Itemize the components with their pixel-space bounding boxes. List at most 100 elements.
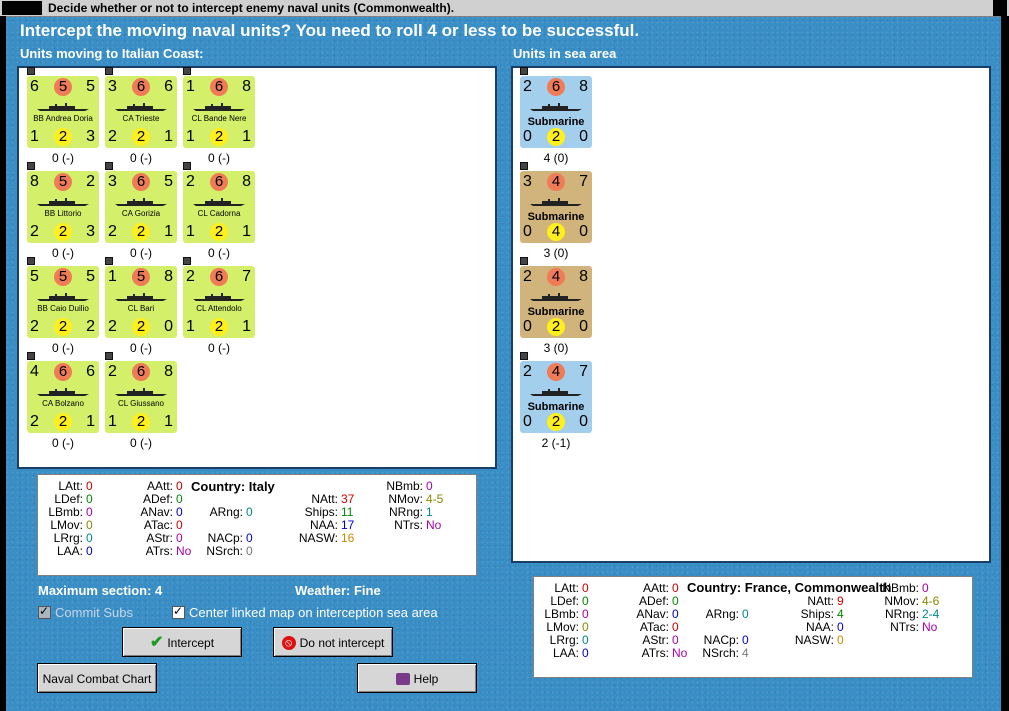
counter-value-tl: 2 (186, 268, 195, 285)
selection-indicator (27, 67, 35, 75)
ship-silhouette-icon (37, 103, 89, 111)
unit-counter[interactable]: 5 5 2 2 5 2 BB Caio Duilio 0 (-) (27, 257, 99, 355)
unit-count: 0 (-) (130, 341, 152, 355)
unit-count: 4 (0) (543, 151, 569, 165)
counter-face: 2 8 1 1 6 2 CL Cadorna (183, 171, 255, 243)
unit-count: 0 (-) (208, 341, 230, 355)
stat-key: LAA: (56, 544, 83, 558)
selection-indicator (183, 257, 191, 265)
counter-value-tr: 2 (86, 173, 95, 190)
unit-counter[interactable]: 4 6 2 1 6 2 CA Bolzano 0 (-) (27, 352, 99, 450)
stat-entry: ATrs: No (609, 647, 688, 660)
counter-value-tc: 5 (132, 268, 150, 286)
unit-counter[interactable]: 2 8 0 0 6 2 Submarine 4 (0) (520, 67, 592, 165)
counter-value-br: 1 (164, 128, 173, 145)
stat-value: 0 (86, 544, 93, 558)
stat-value: 0 (672, 620, 679, 634)
help-button[interactable]: Help (357, 663, 477, 693)
france-country-label: Country: France, Commonwealth (687, 580, 892, 595)
ship-silhouette-icon (115, 293, 167, 301)
stat-value: 0 (672, 594, 679, 608)
stat-value: 0 (672, 581, 679, 595)
center-map-checkbox[interactable]: Center linked map on interception sea ar… (172, 604, 438, 620)
unit-counter[interactable]: 3 7 0 0 4 4 Submarine 3 (0) (520, 162, 592, 260)
unit-counter[interactable]: 6 5 1 3 5 2 BB Andrea Doria 0 (-) (27, 67, 99, 165)
stat-value: 1 (426, 505, 433, 519)
counter-value-tr: 8 (242, 173, 251, 190)
stat-value: 4 (837, 607, 844, 621)
unit-counter[interactable]: 1 8 2 0 5 2 CL Bari 0 (-) (105, 257, 177, 355)
maximum-section-label: Maximum section: 4 (38, 583, 163, 598)
sea-area-units-label: Units in sea area (513, 46, 617, 61)
unit-counter[interactable]: 2 8 1 1 6 2 CL Giussano 0 (-) (105, 352, 177, 450)
stat-value: 0 (86, 531, 93, 545)
window-menu-icon[interactable] (2, 1, 42, 15)
window-title: Decide whether or not to intercept enemy… (48, 1, 455, 15)
stat-entry: NTrs: No (368, 519, 441, 532)
close-button[interactable] (993, 0, 1007, 16)
counter-value-br: 2 (86, 318, 95, 335)
unit-count: 0 (-) (52, 246, 74, 260)
checkbox-icon (38, 604, 51, 619)
ship-silhouette-icon (115, 198, 167, 206)
counter-value-tc: 6 (210, 268, 228, 286)
selection-indicator (27, 257, 35, 265)
stat-value: 0 (86, 492, 93, 506)
stat-value: 0 (176, 505, 183, 519)
counter-value-br: 0 (164, 318, 173, 335)
commit-subs-checkbox[interactable]: Commit Subs (38, 604, 133, 620)
stat-entry: NSrch: 0 (193, 545, 252, 558)
counter-value-tl: 3 (108, 78, 117, 95)
unit-counter[interactable]: 2 7 1 1 6 2 CL Attendolo 0 (-) (183, 257, 255, 355)
unit-counter[interactable]: 3 6 2 1 6 2 CA Trieste 0 (-) (105, 67, 177, 165)
stat-value: No (176, 544, 192, 558)
stat-key: LAA: (552, 646, 579, 660)
counter-value-tc: 6 (54, 363, 72, 381)
counter-value-tl: 2 (523, 363, 532, 380)
counter-value-bc: 2 (54, 128, 72, 146)
counter-value-bl: 2 (108, 223, 117, 240)
selection-indicator (105, 67, 113, 75)
do-not-intercept-button[interactable]: ⦸ Do not intercept (273, 627, 393, 657)
unit-name: CL Bande Nere (191, 114, 247, 123)
stat-value: 0 (176, 479, 183, 493)
unit-counter[interactable]: 1 8 1 1 6 2 CL Bande Nere 0 (-) (183, 67, 255, 165)
counter-value-tr: 5 (86, 78, 95, 95)
naval-combat-chart-button[interactable]: Naval Combat Chart (37, 663, 157, 693)
stat-value: 0 (742, 633, 749, 647)
counter-value-bc: 2 (547, 318, 565, 336)
ship-silhouette-icon (530, 103, 582, 111)
window-border-left (0, 16, 6, 711)
counter-value-bl: 1 (186, 128, 195, 145)
stat-value: 0 (176, 518, 183, 532)
counter-face: 3 7 0 0 4 4 Submarine (520, 171, 592, 243)
unit-name: CL Bari (127, 304, 155, 313)
counter-value-bl: 1 (108, 413, 117, 430)
counter-value-tr: 6 (86, 363, 95, 380)
unit-counter[interactable]: 2 7 0 0 4 2 Submarine 2 (-1) (520, 352, 592, 450)
unit-count: 3 (0) (543, 341, 569, 355)
unit-count: 0 (-) (52, 151, 74, 165)
counter-value-tl: 2 (523, 78, 532, 95)
counter-face: 5 5 2 2 5 2 BB Caio Duilio (27, 266, 99, 338)
unit-name: BB Littorio (44, 209, 82, 218)
counter-value-tc: 6 (210, 78, 228, 96)
stat-value: 17 (341, 518, 355, 532)
ship-silhouette-icon (193, 198, 245, 206)
stat-value: 16 (341, 531, 355, 545)
unit-counter[interactable]: 8 2 2 3 5 2 BB Littorio 0 (-) (27, 162, 99, 260)
ship-silhouette-icon (115, 388, 167, 396)
counter-value-tr: 7 (579, 363, 588, 380)
selection-indicator (183, 162, 191, 170)
unit-name: Submarine (527, 116, 585, 128)
counter-face: 2 8 0 0 4 2 Submarine (520, 266, 592, 338)
counter-value-bl: 0 (523, 413, 532, 430)
intercept-button[interactable]: ✔ Intercept (122, 627, 242, 657)
ship-silhouette-icon (530, 198, 582, 206)
unit-counter[interactable]: 2 8 0 0 4 2 Submarine 3 (0) (520, 257, 592, 355)
stat-value: 9 (837, 594, 844, 608)
unit-count: 0 (-) (130, 246, 152, 260)
unit-counter[interactable]: 3 5 2 1 6 2 CA Gorizia 0 (-) (105, 162, 177, 260)
unit-counter[interactable]: 2 8 1 1 6 2 CL Cadorna 0 (-) (183, 162, 255, 260)
selection-indicator (183, 67, 191, 75)
